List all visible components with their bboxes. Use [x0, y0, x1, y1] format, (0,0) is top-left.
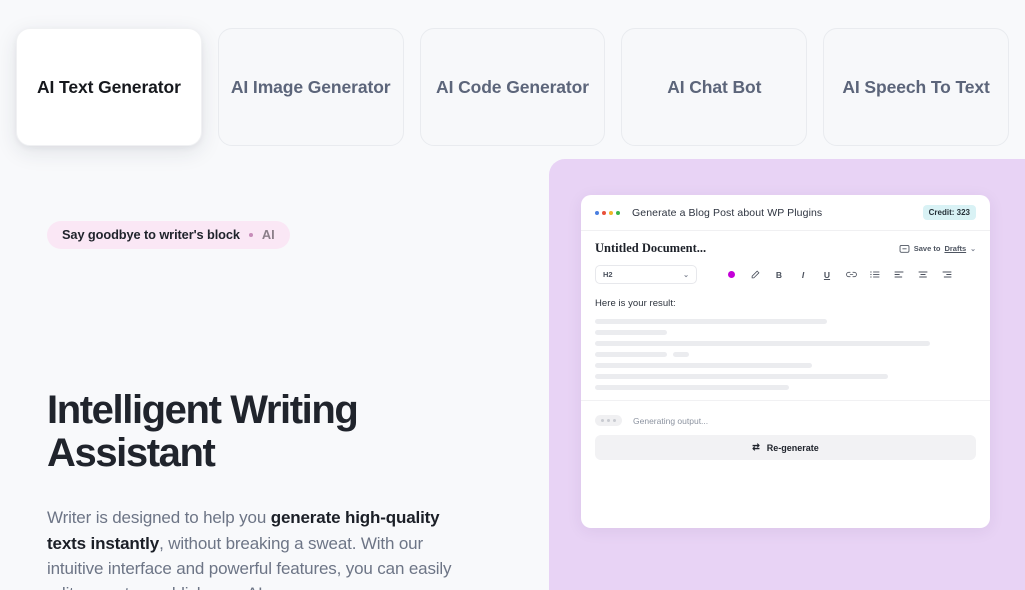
- tab-label: AI Speech To Text: [842, 76, 990, 97]
- skeleton-row: [595, 352, 976, 357]
- mockup-title: Generate a Blog Post about WP Plugins: [632, 206, 823, 219]
- toolbar-buttons: B I U: [719, 265, 959, 284]
- save-to-drafts-button[interactable]: Save to Drafts ⌄: [899, 243, 976, 254]
- folder-icon: [899, 244, 910, 253]
- document-name[interactable]: Untitled Document...: [595, 241, 899, 256]
- chevron-down-icon: ⌄: [970, 245, 976, 253]
- tagline-tag: AI: [261, 227, 275, 242]
- result-skeleton: [581, 309, 990, 390]
- bold-icon: B: [775, 269, 783, 280]
- hero-right-panel: Generate a Blog Post about WP Plugins Cr…: [549, 159, 1025, 590]
- skeleton-line: [595, 385, 790, 390]
- align-left-button[interactable]: [887, 265, 911, 284]
- result-label: Here is your result:: [595, 298, 676, 309]
- editor-mockup: Generate a Blog Post about WP Plugins Cr…: [581, 195, 990, 528]
- save-prefix: Save to: [913, 244, 941, 253]
- align-center-button[interactable]: [911, 265, 935, 284]
- chevron-down-icon: ⌄: [683, 271, 689, 279]
- skeleton-line: [595, 319, 828, 324]
- product-tabs: AI Text Generator AI Image Generator AI …: [0, 0, 1025, 146]
- skeleton-line: [673, 352, 689, 357]
- underline-icon: U: [823, 269, 831, 280]
- regenerate-button[interactable]: ⇄ Re-generate: [595, 435, 976, 460]
- hero-description: Writer is designed to help you generate …: [47, 505, 465, 590]
- generating-status-text: Generating output...: [633, 415, 709, 426]
- color-swatch-icon: [727, 271, 735, 278]
- heading-style-value: H2: [603, 270, 613, 279]
- hero-left-panel: Say goodbye to writer's block AI Intelli…: [16, 183, 488, 590]
- hero-section: Say goodbye to writer's block AI Intelli…: [0, 146, 1025, 590]
- bullet-list-button[interactable]: [863, 265, 887, 284]
- credit-badge: Credit: 323: [922, 205, 976, 220]
- skeleton-line: [595, 330, 668, 335]
- page-title: Intelligent Writing Assistant: [47, 388, 359, 476]
- regenerate-label: Re-generate: [766, 442, 819, 453]
- refresh-arrows-icon: ⇄: [752, 442, 760, 452]
- tagline-text: Say goodbye to writer's block: [62, 227, 240, 242]
- link-button[interactable]: [839, 265, 863, 284]
- tab-label: AI Image Generator: [230, 76, 391, 97]
- heading-style-select[interactable]: H2 ⌄: [595, 265, 697, 284]
- tab-label: AI Chat Bot: [667, 76, 762, 97]
- bullet-list-icon: [870, 271, 880, 278]
- window-controls-icon: [595, 210, 620, 215]
- italic-icon: I: [801, 269, 805, 280]
- generating-status-row: Generating output...: [581, 400, 990, 426]
- skeleton-line: [595, 374, 889, 379]
- tab-label: AI Code Generator: [436, 76, 589, 97]
- tab-ai-speech-to-text[interactable]: AI Speech To Text: [823, 28, 1009, 146]
- tab-ai-code-generator[interactable]: AI Code Generator: [419, 28, 606, 146]
- loading-dots-icon: [595, 415, 622, 426]
- align-center-icon: [918, 271, 928, 278]
- pen-icon: [751, 270, 759, 279]
- document-row: Untitled Document... Save to Drafts ⌄: [581, 231, 990, 262]
- underline-button[interactable]: U: [815, 265, 839, 284]
- align-right-icon: [942, 271, 952, 278]
- link-icon: [845, 271, 857, 278]
- drafts-link[interactable]: Drafts: [944, 244, 966, 253]
- skeleton-line: [595, 363, 813, 368]
- tab-ai-image-generator[interactable]: AI Image Generator: [217, 28, 404, 146]
- tab-ai-text-generator[interactable]: AI Text Generator: [16, 28, 202, 146]
- bullet-dot-icon: [248, 232, 253, 237]
- editor-toolbar: H2 ⌄ B I U: [581, 262, 990, 284]
- skeleton-line: [595, 352, 668, 357]
- align-left-icon: [894, 271, 904, 278]
- tab-ai-chat-bot[interactable]: AI Chat Bot: [621, 28, 808, 146]
- bold-button[interactable]: B: [767, 265, 791, 284]
- align-right-button[interactable]: [935, 265, 959, 284]
- highlight-pen-button[interactable]: [743, 265, 767, 284]
- italic-button[interactable]: I: [791, 265, 815, 284]
- tagline-badge: Say goodbye to writer's block AI: [47, 221, 290, 249]
- mockup-titlebar: Generate a Blog Post about WP Plugins Cr…: [581, 195, 990, 231]
- tab-label: AI Text Generator: [36, 76, 181, 97]
- skeleton-line: [595, 341, 931, 346]
- description-part-1: Writer is designed to help you: [47, 508, 271, 528]
- text-color-button[interactable]: [719, 265, 743, 284]
